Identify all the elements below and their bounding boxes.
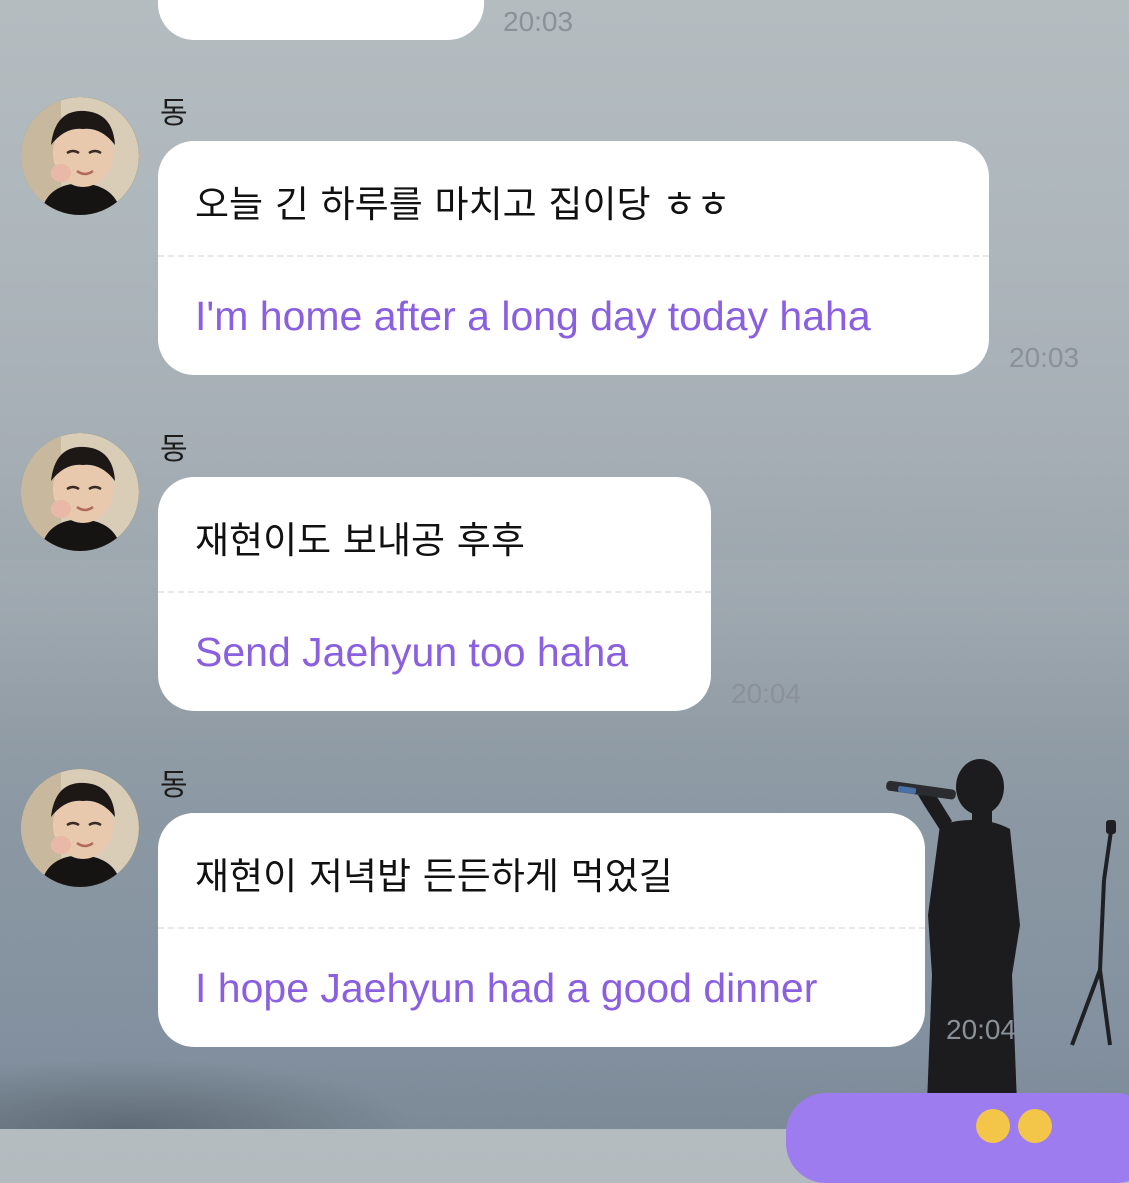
translation-divider [158,591,711,593]
message-time: 20:03 [1009,342,1080,373]
message-translation: I hope Jaehyun had a good dinner [195,965,818,1011]
message-bubble[interactable]: 오늘 긴 하루를 마치고 집이당 ㅎㅎ I'm home after a lon… [158,141,989,375]
avatar-photo-icon [21,769,139,887]
previous-message-bubble[interactable] [158,0,484,40]
message-time: 20:04 [731,678,802,709]
background-shore [0,1059,420,1129]
background-mic-stand [1070,820,1116,1046]
message-time: 20:04 [946,1014,1017,1045]
message-bubble[interactable]: 재현이도 보내공 후후 Send Jaehyun too haha [158,477,711,711]
avatar-photo-icon [21,433,139,551]
outgoing-message-bubble[interactable] [786,1093,1129,1183]
message-translation: Send Jaehyun too haha [195,629,629,675]
previous-message-time: 20:03 [503,6,574,37]
sender-name: 동 [160,96,188,131]
message-text: 재현이 저녁밥 든든하게 먹었길 [195,855,673,898]
sender-avatar[interactable] [21,769,139,887]
translation-divider [158,255,989,257]
message-translation: I'm home after a long day today haha [195,293,871,339]
sender-avatar[interactable] [21,433,139,551]
sender-name: 동 [160,432,188,467]
sender-name: 동 [160,768,188,803]
translation-divider [158,927,925,929]
message-text: 재현이도 보내공 후후 [195,519,525,562]
emoji-icon [976,1109,1010,1143]
message-text: 오늘 긴 하루를 마치고 집이당 ㅎㅎ [195,183,731,226]
emoji-icon [1018,1109,1052,1143]
sender-avatar[interactable] [21,97,139,215]
message-bubble[interactable]: 재현이 저녁밥 든든하게 먹었길 I hope Jaehyun had a go… [158,813,925,1047]
avatar-photo-icon [21,97,139,215]
